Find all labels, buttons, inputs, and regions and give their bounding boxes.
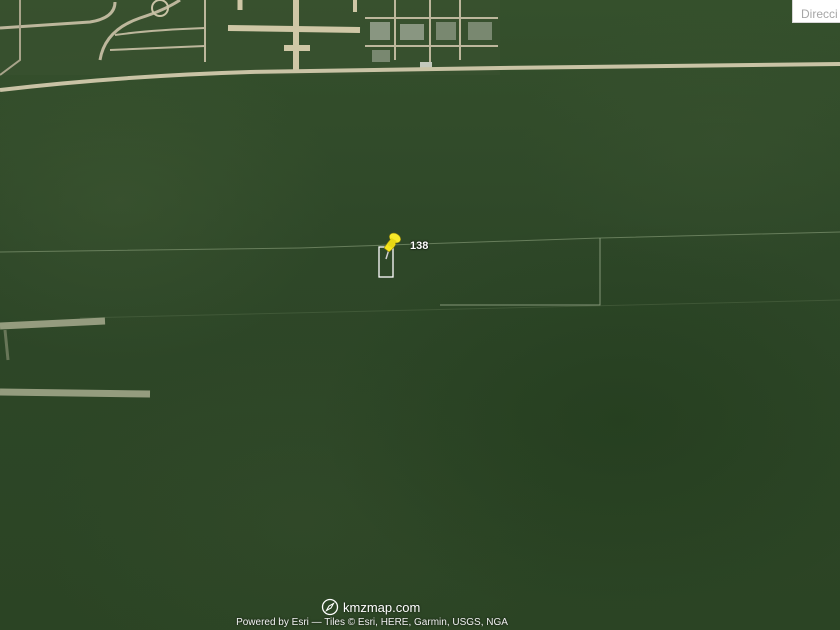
satellite-map[interactable]: 138 xyxy=(0,0,840,630)
address-search[interactable] xyxy=(792,0,840,23)
map-terrain-layer xyxy=(0,0,840,398)
address-search-input[interactable] xyxy=(801,7,840,21)
map-attribution[interactable]: Powered by Esri — Tiles © Esri, HERE, Ga… xyxy=(0,617,744,628)
pushpin-icon[interactable] xyxy=(380,232,402,260)
marker-label: 138 xyxy=(410,240,429,252)
urban-area xyxy=(0,0,500,76)
compass-icon xyxy=(321,598,339,616)
brand-text: kmzmap.com xyxy=(343,599,421,615)
kmzmap-brand[interactable]: kmzmap.com xyxy=(321,597,420,617)
